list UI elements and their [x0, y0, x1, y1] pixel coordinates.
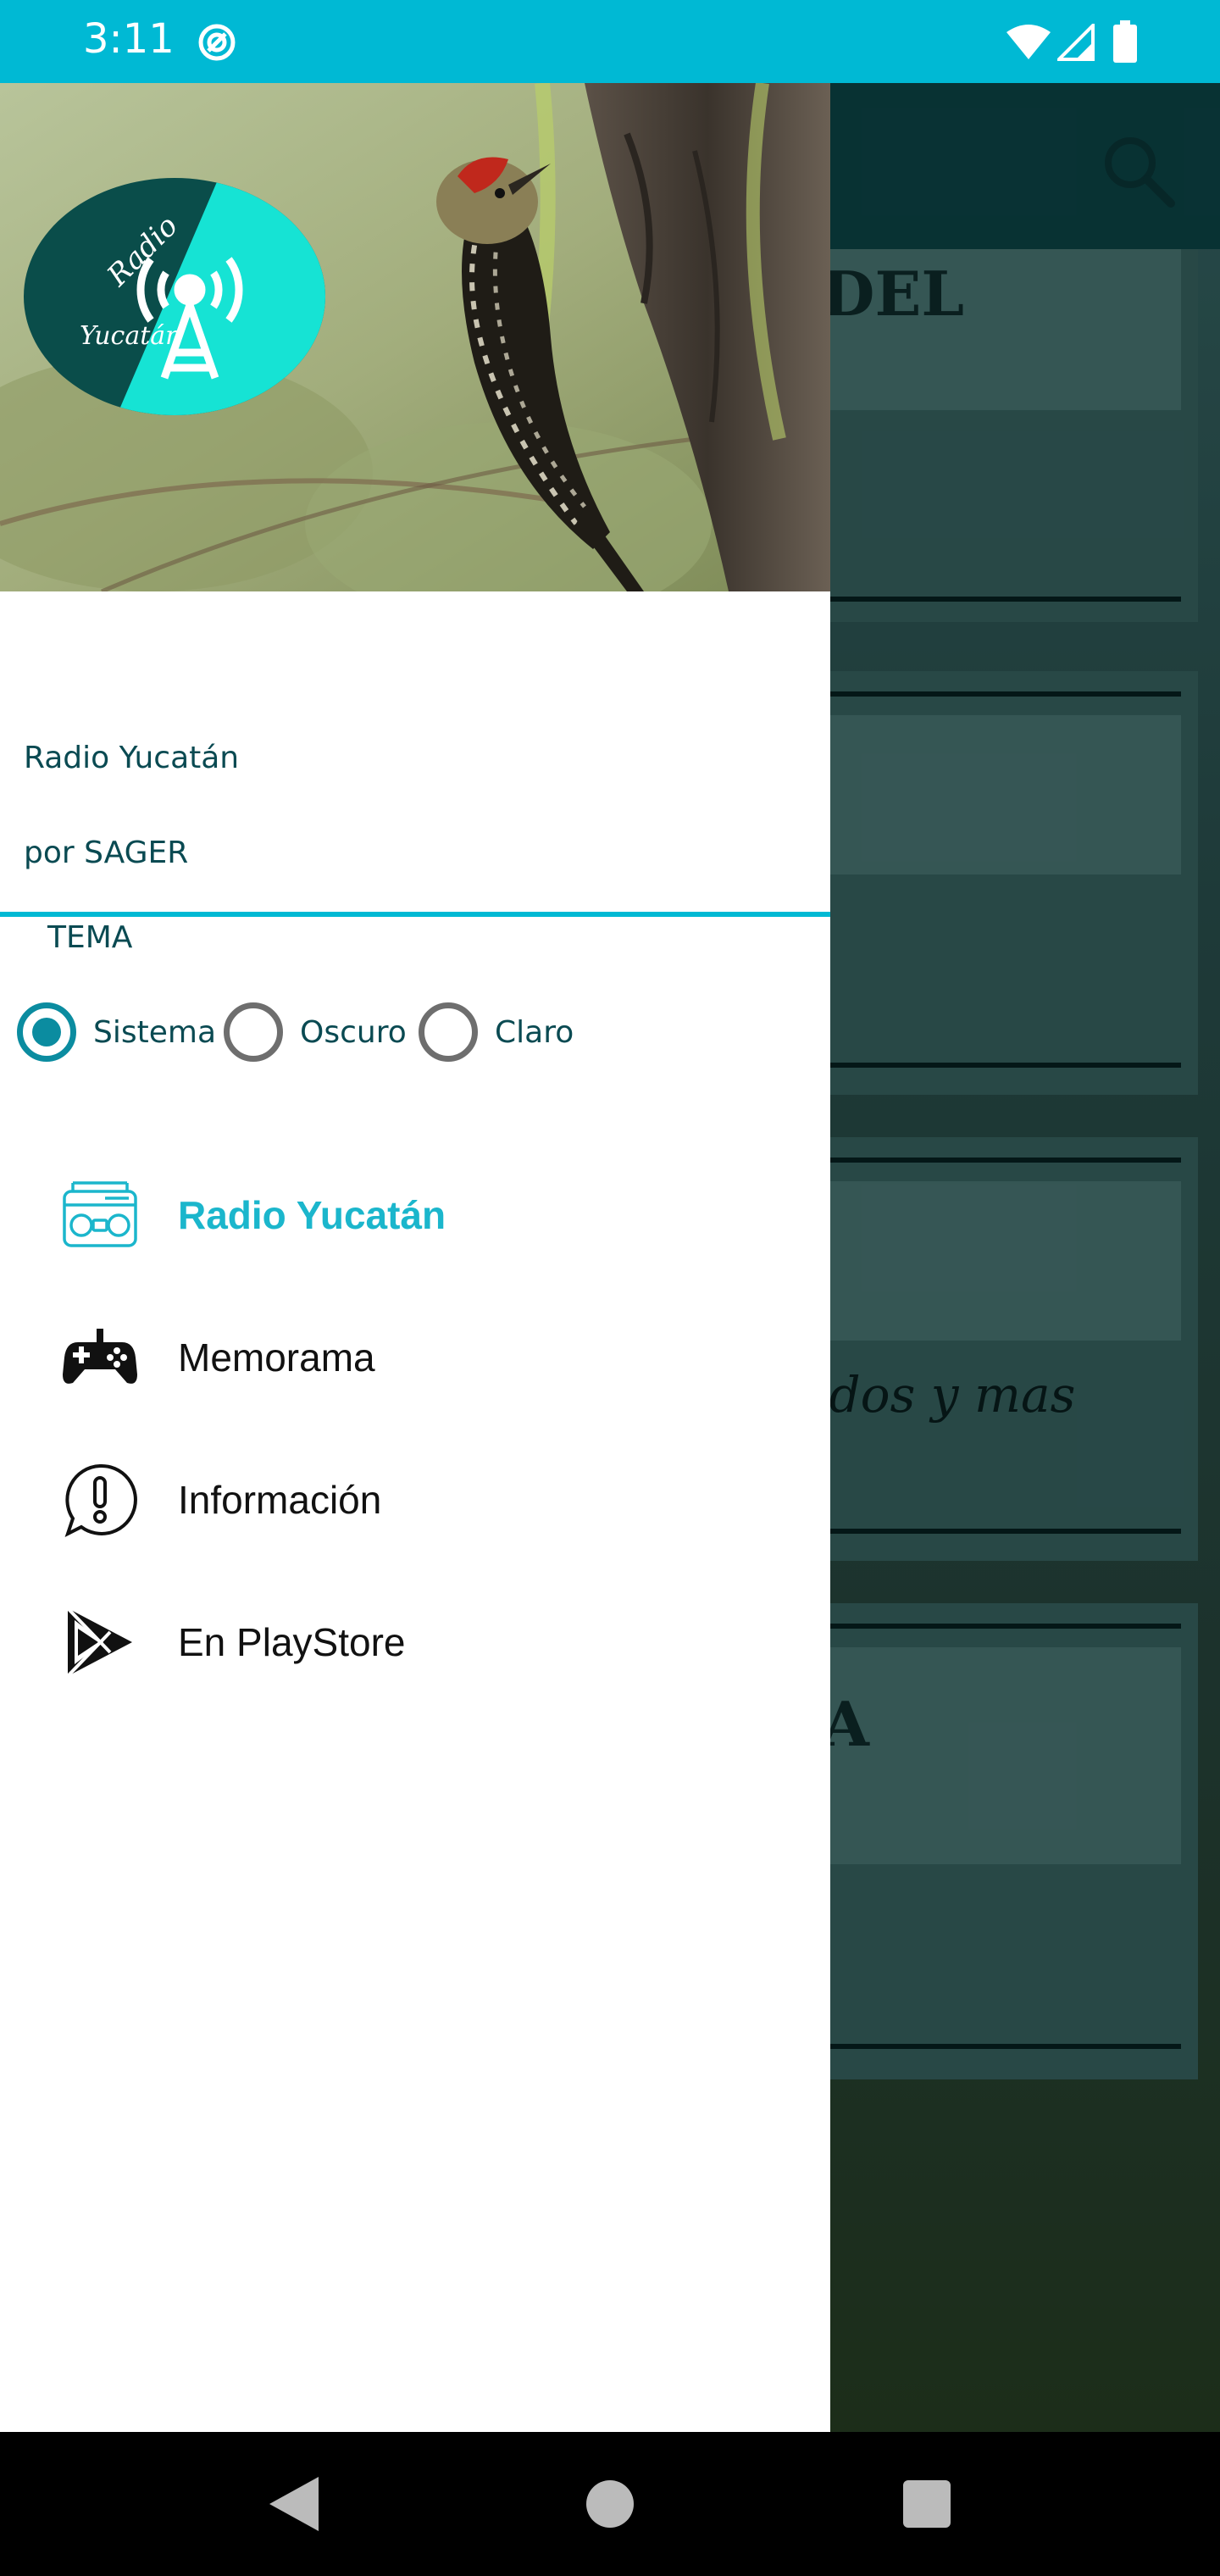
theme-radio-group: Sistema Oscuro Claro: [0, 990, 830, 1074]
radio-unchecked-icon: [419, 1002, 478, 1062]
status-bar: 3:11: [0, 0, 1220, 83]
info-chat-icon: [64, 1463, 137, 1537]
logo-text-yucatan: Yucatán: [80, 321, 181, 351]
menu-item-memorama[interactable]: Memorama: [0, 1286, 830, 1429]
wifi-icon: [1006, 25, 1051, 59]
menu-item-label: Memorama: [178, 1335, 375, 1380]
play-store-icon: [66, 1607, 132, 1678]
radio-label: Claro: [495, 1014, 574, 1050]
theme-radio-claro[interactable]: Claro: [419, 990, 574, 1074]
drawer-header-image: Radio Yucatán: [0, 83, 830, 591]
app-author: por SAGER: [24, 836, 189, 870]
radio-yucatan-logo: RadioYucatán: [24, 178, 325, 415]
menu-item-playstore[interactable]: En PlayStore: [0, 1571, 830, 1713]
menu-item-informacion[interactable]: Información: [0, 1429, 830, 1571]
drawer-info: Radio Yucatán por SAGER: [0, 591, 830, 917]
status-time: 3:11: [83, 15, 175, 63]
system-navigation-bar: [0, 2432, 1220, 2576]
theme-radio-sistema[interactable]: Sistema: [17, 990, 216, 1074]
menu-item-label: Radio Yucatán: [178, 1193, 446, 1237]
home-icon[interactable]: [568, 2462, 652, 2546]
app-name: Radio Yucatán: [24, 741, 240, 775]
back-icon[interactable]: [251, 2462, 336, 2546]
theme-section-label: TEMA: [47, 920, 133, 955]
theme-radio-oscuro[interactable]: Oscuro: [224, 990, 407, 1074]
radio-unchecked-icon: [224, 1002, 283, 1062]
radio-icon: [63, 1181, 137, 1247]
menu-item-radio-yucatan[interactable]: Radio Yucatán: [0, 1144, 830, 1286]
menu-item-label: En PlayStore: [178, 1620, 406, 1664]
signal-icon: [1057, 24, 1095, 61]
recents-icon[interactable]: [884, 2462, 969, 2546]
radio-label: Oscuro: [300, 1014, 407, 1050]
gamepad-icon: [63, 1329, 137, 1384]
battery-icon: [1113, 20, 1137, 63]
radio-checked-icon: [17, 1002, 76, 1062]
navigation-drawer: Radio Yucatán Radio Yucatán por SAGER TEM…: [0, 83, 830, 2432]
radio-label: Sistema: [93, 1014, 217, 1050]
do-not-disturb-icon: [198, 24, 236, 61]
menu-item-label: Información: [178, 1478, 382, 1522]
